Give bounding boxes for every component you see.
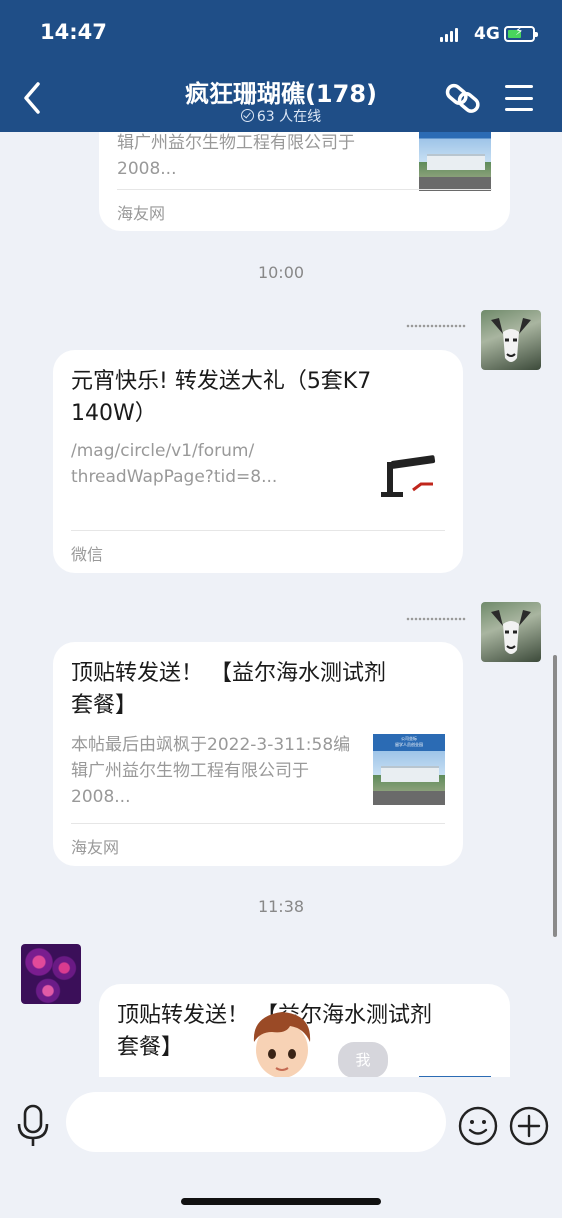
- link-icon[interactable]: [444, 82, 484, 116]
- card-description: 辑广州益尔生物工程有限公司于 2008...: [117, 133, 355, 179]
- smiley-icon[interactable]: [458, 1106, 498, 1146]
- card-thumbnail: 公司坐标 留学人员创业园: [373, 734, 445, 805]
- status-time: 14:47: [40, 20, 107, 44]
- card-description: 本帖最后由飒枫于2022-3-311:58编 辑广州益尔生物工程有限公司于 20…: [71, 735, 351, 807]
- card-thumbnail: [419, 132, 491, 191]
- charging-icon: ⚡: [515, 24, 524, 38]
- message-card[interactable]: 辑广州益尔生物工程有限公司于 2008... 海友网: [99, 132, 510, 231]
- online-check-icon: [240, 109, 254, 122]
- goat-avatar-icon: [491, 610, 531, 654]
- timestamp: 10:00: [257, 263, 305, 282]
- network-type: 4G: [474, 24, 500, 44]
- avatar[interactable]: [481, 310, 541, 370]
- battery-icon: ⚡: [504, 24, 538, 42]
- online-count-label: 63 人在线: [256, 109, 322, 125]
- sender-name: [406, 323, 466, 329]
- chat-scroll-area[interactable]: 辑广州益尔生物工程有限公司于 2008... 海友网 10:00 元宵快乐! 转…: [0, 132, 562, 1077]
- card-divider: [71, 530, 445, 531]
- avatar[interactable]: [481, 602, 541, 662]
- card-thumbnail: [373, 444, 445, 514]
- plus-icon[interactable]: [509, 1106, 549, 1146]
- chat-header: 14:47 4G ⚡ 疯狂珊瑚礁(178) 63 人在线: [0, 0, 562, 132]
- timestamp: 11:38: [257, 897, 305, 916]
- menu-button[interactable]: [505, 85, 533, 111]
- card-source: 海友网: [117, 204, 166, 223]
- card-divider: [117, 189, 492, 190]
- card-divider: [71, 823, 445, 824]
- mascot-avatar-icon[interactable]: [246, 1008, 318, 1077]
- me-badge[interactable]: 我: [338, 1042, 388, 1078]
- message-card[interactable]: 元宵快乐! 转发送大礼（5套K7 140W） /mag/circle/v1/fo…: [53, 350, 463, 573]
- scrollbar[interactable]: [553, 655, 557, 937]
- menu-icon: [505, 85, 533, 88]
- message-card[interactable]: 顶贴转发送！ 【益尔海水测试剂 套餐】 本帖最后由飒枫于2022-3-311:5…: [53, 642, 463, 866]
- sender-name: [406, 616, 466, 622]
- goat-avatar-icon: [491, 318, 531, 362]
- card-title: 元宵快乐! 转发送大礼（5套K7 140W）: [71, 369, 372, 426]
- message-input[interactable]: [66, 1092, 446, 1152]
- card-title: 顶贴转发送！ 【益尔海水测试剂 套餐】: [71, 661, 386, 718]
- card-source: 海友网: [71, 838, 120, 857]
- card-source: 微信: [71, 545, 104, 564]
- card-description: /mag/circle/v1/forum/ threadWapPage?tid=…: [71, 441, 278, 487]
- signal-icon: [440, 28, 458, 42]
- thumbnail-sign-text: 公司坐标 留学人员创业园: [395, 736, 423, 747]
- lamp-image: [381, 455, 436, 497]
- microphone-icon[interactable]: [14, 1104, 52, 1148]
- avatar[interactable]: [21, 944, 81, 1004]
- home-indicator: [181, 1198, 381, 1205]
